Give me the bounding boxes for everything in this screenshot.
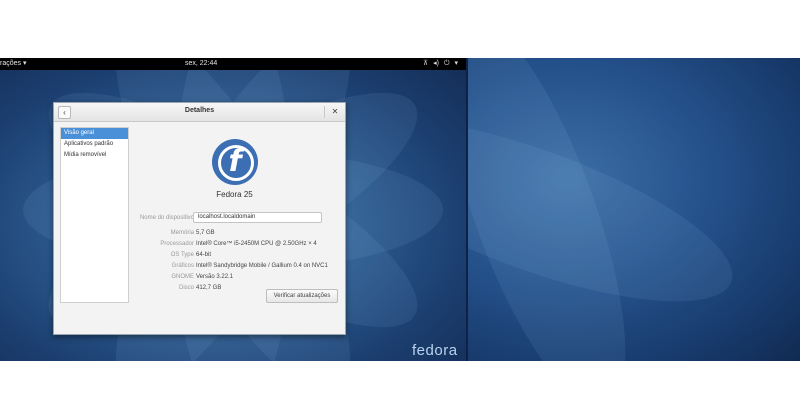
os-name: Fedora 25 bbox=[216, 190, 253, 199]
info-row-memory: Memória 5,7 GB bbox=[130, 230, 339, 240]
wallpaper-right bbox=[468, 58, 800, 361]
check-updates-button[interactable]: Verificar atualizações bbox=[266, 289, 338, 303]
sidebar: Visão geral Aplicativos padrão Mídia rem… bbox=[60, 127, 129, 303]
hostname-input[interactable] bbox=[193, 212, 322, 223]
overview-panel: f Fedora 25 Nome do dispositivo Memória … bbox=[130, 127, 339, 327]
close-icon: ✕ bbox=[331, 107, 339, 116]
top-bar: rações ▾ sex, 22:44 ⊼ ◂) ⏻ ▾ bbox=[0, 58, 466, 70]
info-row-graphics: Gráficos Intel® Sandybridge Mobile / Gal… bbox=[130, 263, 339, 273]
graphics-value: Intel® Sandybridge Mobile / Gallium 0.4 … bbox=[196, 263, 328, 269]
disk-value: 412,7 GB bbox=[196, 285, 222, 291]
activities-label: rações bbox=[0, 60, 22, 67]
details-window: ‹ Detalhes ✕ Visão geral Aplicativos pad… bbox=[53, 102, 346, 335]
activities-button[interactable]: rações ▾ bbox=[0, 58, 26, 70]
processor-label: Processador bbox=[160, 241, 194, 247]
titlebar-separator bbox=[324, 106, 325, 118]
processor-value: Intel® Core™ i5-2450M CPU @ 2.50GHz × 4 bbox=[196, 241, 317, 247]
graphics-label: Gráficos bbox=[171, 263, 194, 269]
network-icon: ⊼ bbox=[422, 60, 429, 67]
disk-label: Disco bbox=[178, 285, 194, 291]
volume-icon: ◂) bbox=[433, 60, 439, 67]
chevron-down-icon: ▾ bbox=[22, 60, 27, 67]
sidebar-item-default-apps[interactable]: Aplicativos padrão bbox=[61, 139, 128, 150]
info-row-gnome: GNOME Versão 3.22.1 bbox=[130, 274, 339, 284]
info-row-os-type: OS Type 64-bit bbox=[130, 252, 339, 262]
memory-value: 5,7 GB bbox=[196, 230, 215, 236]
logo-letter: f bbox=[228, 144, 242, 179]
wallpaper-brand-logo: fedora bbox=[412, 342, 458, 359]
fedora-logo-icon: f bbox=[212, 139, 258, 185]
gnome-value: Versão 3.22.1 bbox=[196, 274, 234, 280]
info-row-processor: Processador Intel® Core™ i5-2450M CPU @ … bbox=[130, 241, 339, 251]
system-tray[interactable]: ⊼ ◂) ⏻ ▾ bbox=[423, 58, 458, 70]
sidebar-item-overview[interactable]: Visão geral bbox=[61, 128, 128, 139]
hostname-row: Nome do dispositivo bbox=[130, 212, 339, 225]
window-titlebar[interactable]: ‹ Detalhes ✕ bbox=[54, 103, 345, 122]
clock[interactable]: sex, 22:44 bbox=[185, 58, 217, 70]
window-title: Detalhes bbox=[184, 107, 215, 114]
gnome-label: GNOME bbox=[171, 274, 194, 280]
close-button[interactable]: ✕ bbox=[329, 106, 341, 118]
memory-label: Memória bbox=[170, 230, 194, 236]
os-type-label: OS Type bbox=[170, 252, 194, 258]
os-type-value: 64-bit bbox=[196, 252, 212, 258]
power-icon: ⏻ bbox=[443, 60, 450, 67]
hostname-label: Nome do dispositivo bbox=[139, 215, 194, 221]
sidebar-item-removable-media[interactable]: Mídia removível bbox=[61, 150, 128, 161]
chevron-down-icon: ▾ bbox=[454, 60, 458, 67]
